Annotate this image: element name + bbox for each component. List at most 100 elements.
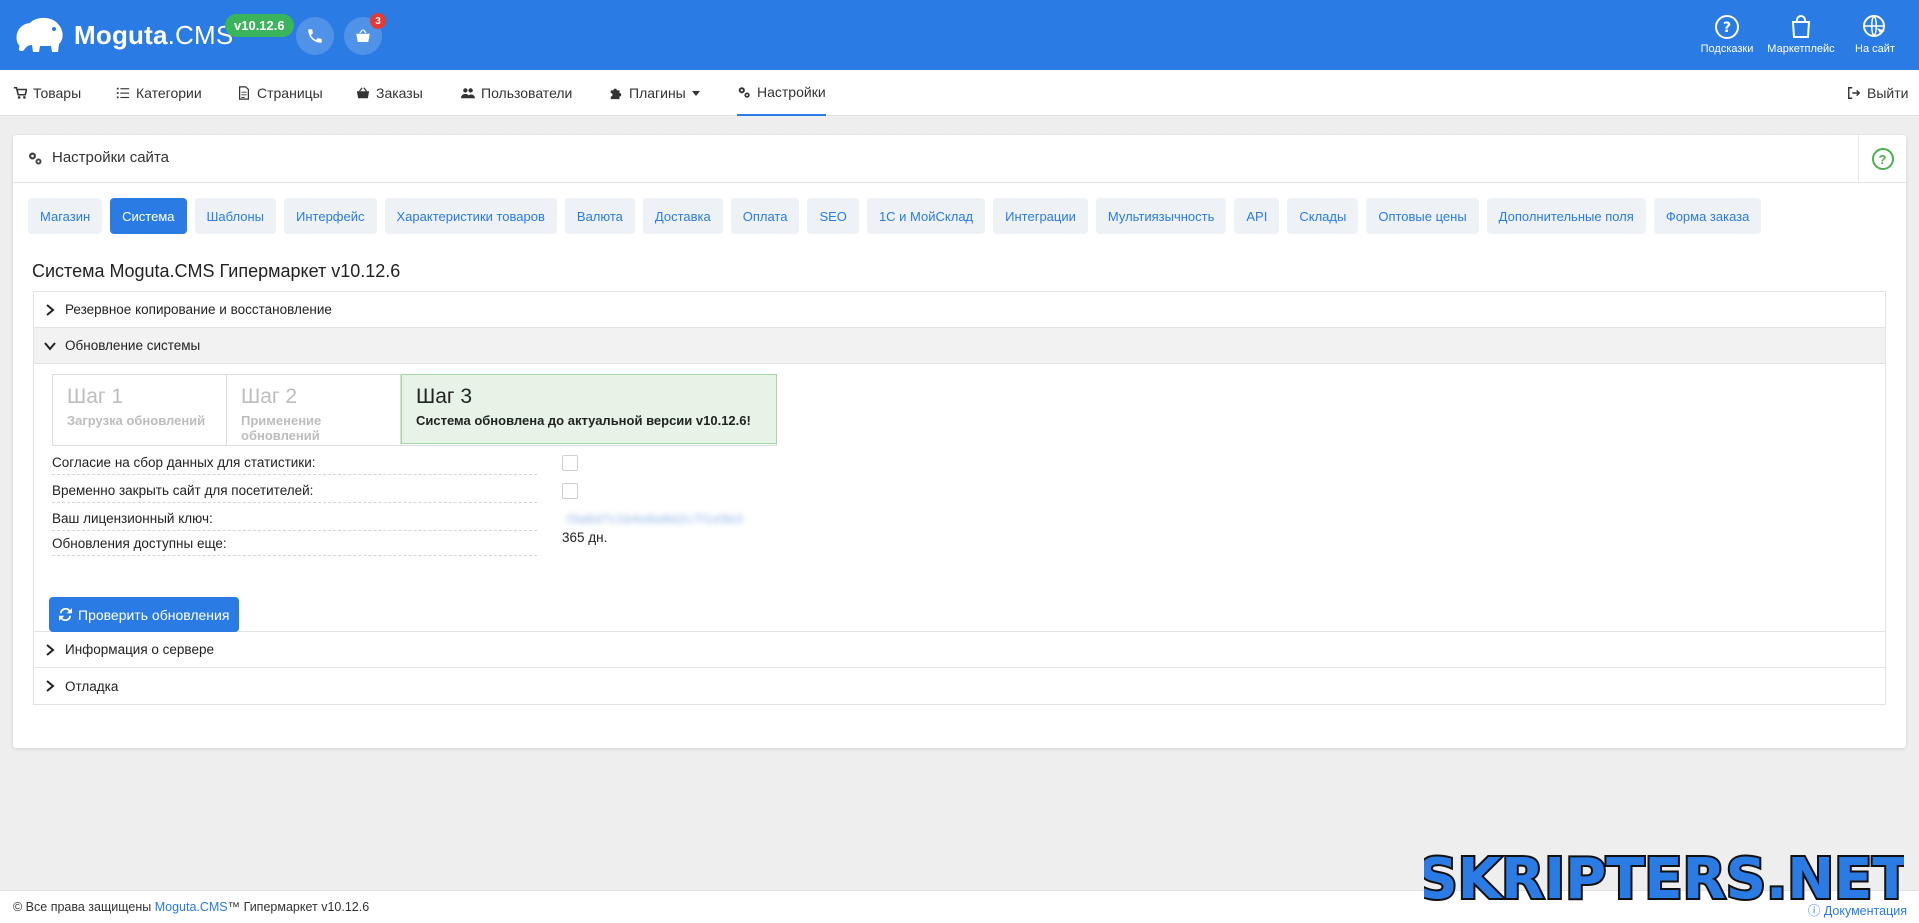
- update-section-body: Шаг 1 Загрузка обновлений Шаг 2 Применен…: [34, 364, 1885, 632]
- tab-additional-fields[interactable]: Дополнительные поля: [1486, 198, 1646, 234]
- tab-wholesale-prices[interactable]: Оптовые цены: [1366, 198, 1479, 234]
- accordion-backup[interactable]: Резервное копирование и восстановление: [34, 292, 1885, 328]
- globe-cursor-icon: [1863, 15, 1885, 37]
- marketplace-link[interactable]: Маркетплейс: [1767, 14, 1835, 55]
- gears-icon: [738, 87, 750, 98]
- nav-categories-label: Категории: [136, 85, 202, 101]
- accordion-update[interactable]: Обновление системы: [34, 328, 1885, 364]
- step-3-subtitle: Система обновлена до актуальной версии v…: [416, 413, 751, 428]
- sign-out-icon: [1848, 87, 1861, 99]
- tab-interface[interactable]: Интерфейс: [284, 198, 377, 234]
- nav-products[interactable]: Товары: [13, 70, 81, 116]
- users-icon: [461, 88, 475, 99]
- accordion-debug[interactable]: Отладка: [34, 668, 1885, 704]
- cart-button[interactable]: 3: [344, 13, 386, 55]
- stats-consent-row: Согласие на сбор данных для статистики:: [52, 449, 827, 477]
- updates-left-label: Обновления доступны еще:: [52, 536, 537, 556]
- system-accordion: Резервное копирование и восстановление О…: [33, 291, 1886, 705]
- shopping-bag-icon: [1791, 15, 1811, 38]
- nav-plugins[interactable]: Плагины: [609, 70, 700, 116]
- tab-order-form[interactable]: Форма заказа: [1653, 198, 1762, 234]
- step-2-subtitle: Применение обновлений: [241, 413, 322, 443]
- step-1-subtitle: Загрузка обновлений: [67, 413, 206, 428]
- phone-button[interactable]: [296, 17, 334, 55]
- tab-templates[interactable]: Шаблоны: [194, 198, 277, 234]
- tab-system[interactable]: Система: [110, 198, 187, 234]
- stats-consent-label: Согласие на сбор данных для статистики:: [52, 455, 537, 475]
- list-icon: [116, 87, 130, 99]
- top-bar: Moguta.CMS v10.12.6 3 ? Подсказки Маркет…: [0, 0, 1919, 70]
- license-key-value: f3a6d7c1b4e8a9d2c7f1e5b3: [567, 512, 744, 526]
- accordion-debug-label: Отладка: [65, 678, 119, 694]
- nav-users-label: Пользователи: [481, 85, 573, 101]
- license-row: Ваш лицензионный ключ: f3a6d7c1b4e8a9d2c…: [52, 505, 827, 533]
- step-3-title: Шаг 3: [416, 385, 473, 408]
- tab-warehouses[interactable]: Склады: [1287, 198, 1359, 234]
- file-icon: [239, 86, 249, 100]
- question-circle-icon: ?: [1715, 15, 1739, 39]
- license-label: Ваш лицензионный ключ:: [52, 511, 537, 531]
- nav-categories[interactable]: Категории: [116, 70, 202, 116]
- accordion-server-info[interactable]: Информация о сервере: [34, 632, 1885, 668]
- basket-nav-icon: [356, 87, 370, 99]
- basket-icon: [356, 29, 370, 42]
- puzzle-icon: [610, 88, 622, 100]
- step-3: Шаг 3 Система обновлена до актуальной ве…: [401, 374, 777, 444]
- nav-orders-label: Заказы: [376, 85, 423, 101]
- hints-link[interactable]: ? Подсказки: [1693, 14, 1761, 55]
- nav-pages[interactable]: Страницы: [237, 70, 323, 116]
- tab-currency[interactable]: Валюта: [564, 198, 635, 234]
- tab-integrations[interactable]: Интеграции: [993, 198, 1088, 234]
- panel-title: Настройки сайта: [52, 149, 169, 166]
- help-circle-icon: ?: [1871, 148, 1894, 170]
- step-1-title: Шаг 1: [67, 385, 124, 408]
- footer-copyright: © Все права защищены Moguta.CMS™ Гиперма…: [13, 900, 369, 914]
- nav-products-label: Товары: [33, 85, 82, 101]
- nav-orders[interactable]: Заказы: [356, 70, 423, 116]
- update-steps: Шаг 1 Загрузка обновлений Шаг 2 Применен…: [52, 374, 777, 446]
- tab-seo[interactable]: SEO: [807, 198, 859, 234]
- hints-label: Подсказки: [1700, 43, 1754, 55]
- refresh-icon: [59, 608, 72, 621]
- step-2: Шаг 2 Применение обновлений: [227, 375, 401, 445]
- nav-settings-label: Настройки: [757, 84, 826, 100]
- brand-name: Moguta.CMS: [74, 19, 234, 50]
- nav-settings[interactable]: Настройки: [737, 70, 826, 116]
- check-updates-label: Проверить обновления: [78, 606, 230, 623]
- accordion-update-label: Обновление системы: [65, 338, 201, 353]
- chevron-right-icon: [46, 303, 55, 316]
- chevron-down-icon: [44, 341, 56, 351]
- tab-shop[interactable]: Магазин: [28, 198, 103, 234]
- watermark-text: SKRIPTERS.NET: [1424, 848, 1904, 908]
- version-badge: v10.12.6: [225, 14, 294, 37]
- accordion-server-label: Информация о сервере: [65, 642, 214, 657]
- to-site-label: На сайт: [1855, 43, 1895, 55]
- panel-header: Настройки сайта ?: [13, 135, 1906, 183]
- stats-consent-checkbox[interactable]: [562, 455, 578, 471]
- to-site-link[interactable]: На сайт: [1841, 14, 1909, 55]
- phone-icon: [308, 29, 322, 43]
- copyright-text: © Все права защищены: [13, 900, 155, 914]
- logo[interactable]: Moguta.CMS: [12, 14, 233, 56]
- help-button[interactable]: ?: [1858, 135, 1906, 183]
- close-site-row: Временно закрыть сайт для посетителей:: [52, 477, 827, 505]
- main-nav: Товары Категории Страницы Заказы Пользов…: [0, 70, 1919, 116]
- updates-left-value: 365 дн.: [562, 530, 608, 545]
- marketplace-label: Маркетплейс: [1767, 43, 1835, 55]
- tab-payment[interactable]: Оплата: [730, 198, 800, 234]
- check-updates-button[interactable]: Проверить обновления: [49, 597, 240, 632]
- step-2-title: Шаг 2: [241, 385, 298, 408]
- close-site-checkbox[interactable]: [562, 483, 578, 499]
- accordion-backup-label: Резервное копирование и восстановление: [65, 302, 332, 317]
- tab-product-properties[interactable]: Характеристики товаров: [384, 198, 557, 234]
- updates-left-row: Обновления доступны еще: 365 дн.: [52, 530, 827, 558]
- nav-users[interactable]: Пользователи: [461, 70, 572, 116]
- tab-api[interactable]: API: [1234, 198, 1280, 234]
- logout-link[interactable]: Выйти: [1847, 70, 1908, 116]
- footer-brand-link[interactable]: Moguta.CMS: [155, 900, 228, 914]
- tab-multilanguage[interactable]: Мультиязычность: [1095, 198, 1227, 234]
- chevron-right-icon: [46, 643, 55, 656]
- tab-1c-moysklad[interactable]: 1С и МойСклад: [866, 198, 986, 234]
- nav-plugins-label: Плагины: [629, 85, 686, 101]
- tab-delivery[interactable]: Доставка: [642, 198, 723, 234]
